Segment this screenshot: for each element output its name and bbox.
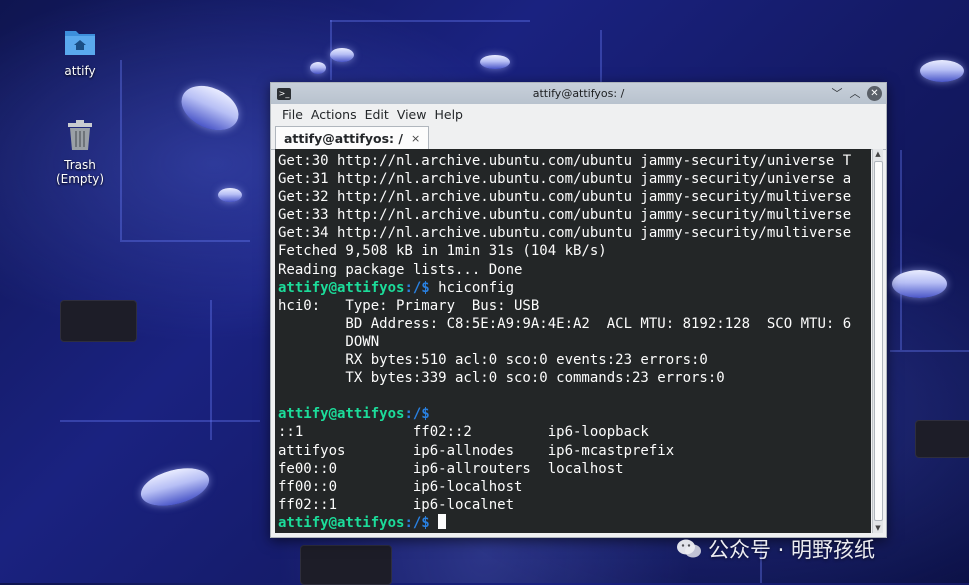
prompt-path: :/$ xyxy=(404,406,430,423)
menu-actions[interactable]: Actions xyxy=(308,107,360,122)
wechat-icon xyxy=(677,539,701,558)
scrollbar-thumb[interactable] xyxy=(874,161,883,521)
prompt-user: attify@attifyos xyxy=(278,406,405,423)
command-text xyxy=(430,515,438,531)
scroll-down-arrow-icon[interactable]: ▼ xyxy=(873,523,883,533)
menu-edit[interactable]: Edit xyxy=(362,107,392,122)
prompt-user: attify@attifyos xyxy=(278,514,405,531)
terminal-output[interactable]: Get:30 http://nl.archive.ubuntu.com/ubun… xyxy=(275,149,871,533)
prompt-path: :/$ xyxy=(404,514,430,531)
tab-close-icon[interactable]: × xyxy=(411,132,420,145)
text-cursor xyxy=(438,513,447,529)
folder-home-icon xyxy=(65,31,95,55)
scrollbar[interactable]: ▲ ▼ xyxy=(872,149,883,533)
prompt-path: :/$ xyxy=(404,279,430,296)
watermark-text: 公众号 · 明野孩纸 xyxy=(708,538,876,562)
desktop-icon-label: Trash (Empty) xyxy=(55,158,105,186)
minimize-button[interactable]: ﹀ xyxy=(831,87,843,101)
output-block-2: hci0: Type: Primary Bus: USB BD Address:… xyxy=(278,297,852,387)
tab-terminal[interactable]: attify@attifyos: / × xyxy=(275,126,430,149)
tab-bar: attify@attifyos: / × xyxy=(271,124,886,150)
desktop-icon-label: attify xyxy=(64,64,96,78)
window-title: attify@attifyos: / xyxy=(532,87,625,100)
title-bar[interactable]: >_ attify@attifyos: / ﹀ ︿ ✕ xyxy=(271,83,886,104)
close-button[interactable]: ✕ xyxy=(867,86,882,101)
desktop-icon-trash[interactable]: Trash (Empty) xyxy=(45,118,115,186)
scroll-up-arrow-icon[interactable]: ▲ xyxy=(873,149,883,159)
tab-label: attify@attifyos: / xyxy=(284,130,403,146)
desktop-icon-home[interactable]: attify xyxy=(45,26,115,78)
trash-icon xyxy=(68,120,92,150)
maximize-button[interactable]: ︿ xyxy=(849,87,861,101)
menu-help[interactable]: Help xyxy=(431,107,466,122)
menu-bar: File Actions Edit View Help xyxy=(271,104,886,124)
command-text: hciconfig xyxy=(429,279,515,296)
output-block-1: Get:30 http://nl.archive.ubuntu.com/ubun… xyxy=(278,153,852,278)
watermark: 公众号 · 明野孩纸 xyxy=(676,534,875,564)
menu-file[interactable]: File xyxy=(279,107,306,122)
terminal-window[interactable]: >_ attify@attifyos: / ﹀ ︿ ✕ File Actions… xyxy=(270,82,887,538)
output-block-3: ::1 ff02::2 ip6-loopback attifyos ip6-al… xyxy=(278,424,675,513)
menu-view[interactable]: View xyxy=(394,107,430,122)
prompt-user: attify@attifyos xyxy=(278,279,405,296)
